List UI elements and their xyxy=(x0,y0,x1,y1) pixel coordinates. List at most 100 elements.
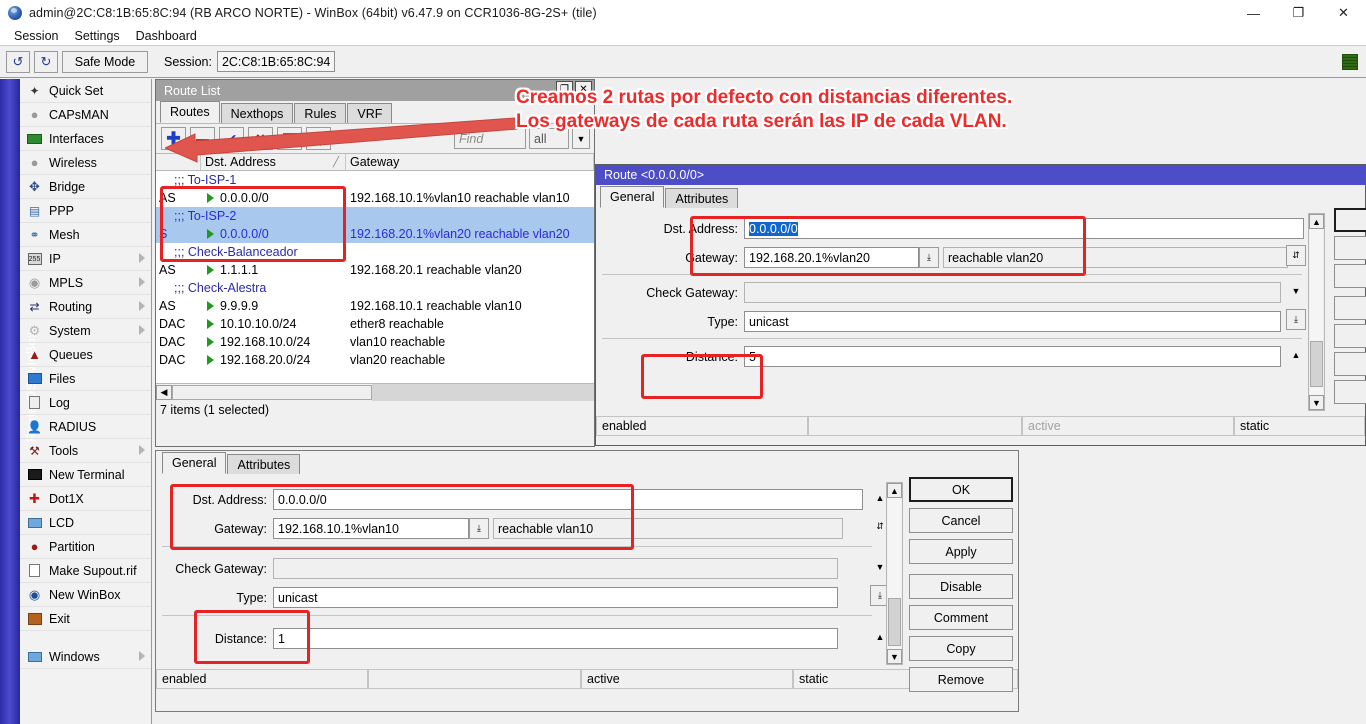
scroll-left-icon[interactable]: ◀ xyxy=(156,385,172,400)
sidebar-item-radius[interactable]: 👤RADIUS xyxy=(20,415,151,439)
sidebar-item-routing[interactable]: ⇄Routing xyxy=(20,295,151,319)
cancel-button[interactable]: Cancel xyxy=(909,508,1013,533)
gateway-dropdown-icon[interactable]: ⤓ xyxy=(469,518,489,539)
form-vertical-scrollbar[interactable]: ▲ ▼ xyxy=(886,482,903,665)
gateway-dropdown-icon[interactable]: ⤓ xyxy=(919,247,939,268)
table-row[interactable]: DAC192.168.10.0/24vlan10 reachable xyxy=(156,333,594,351)
distance-spinner-icon[interactable]: ▲ xyxy=(1286,344,1306,365)
gateway-input[interactable]: 192.168.10.1%vlan10 xyxy=(273,518,469,539)
filter-button[interactable] xyxy=(306,127,331,150)
sidebar-item-tools[interactable]: ⚒Tools xyxy=(20,439,151,463)
sidebar-item-dot1x[interactable]: ✚Dot1X xyxy=(20,487,151,511)
disable-button[interactable]: Disable xyxy=(909,574,1013,599)
filter-select[interactable]: all xyxy=(529,128,569,149)
comment-button[interactable]: Comment xyxy=(909,605,1013,630)
maximize-icon[interactable]: ❐ xyxy=(1276,0,1321,26)
scroll-thumb[interactable] xyxy=(1310,341,1323,387)
type-spinner-icon[interactable]: ⤓ xyxy=(1286,309,1306,330)
scroll-track[interactable] xyxy=(372,384,594,401)
table-row[interactable]: S0.0.0.0/0192.168.20.1%vlan20 reachable … xyxy=(156,225,594,243)
table-row[interactable]: AS9.9.9.9192.168.10.1 reachable vlan10 xyxy=(156,297,594,315)
scroll-up-icon[interactable]: ▲ xyxy=(1309,214,1324,229)
apply-button[interactable]: Apply xyxy=(909,539,1013,564)
restore-icon[interactable]: ❐ xyxy=(556,81,573,98)
sidebar-item-partition[interactable]: ●Partition xyxy=(20,535,151,559)
tab-general[interactable]: General xyxy=(162,452,226,474)
scroll-track[interactable] xyxy=(888,498,901,649)
redo-button[interactable]: ↻ xyxy=(34,51,58,73)
ok-button[interactable] xyxy=(1334,208,1366,232)
scroll-down-icon[interactable]: ▼ xyxy=(1309,395,1324,410)
form-vertical-scrollbar[interactable]: ▲ ▼ xyxy=(1308,213,1325,411)
remove-button[interactable]: ▬ xyxy=(190,127,215,150)
table-row-comment[interactable]: ;;; To-ISP-2 xyxy=(156,207,594,225)
table-row-comment[interactable]: ;;; To-ISP-1 xyxy=(156,171,594,189)
check-gateway-input[interactable] xyxy=(744,282,1281,303)
menu-item-settings[interactable]: Settings xyxy=(66,29,127,43)
chevron-down-icon[interactable]: ▼ xyxy=(572,128,590,149)
tab-general[interactable]: General xyxy=(600,186,664,208)
tab-attributes[interactable]: Attributes xyxy=(227,454,300,474)
disable-button[interactable] xyxy=(1334,296,1366,320)
minimize-icon[interactable]: — xyxy=(1231,0,1276,26)
sidebar-item-make-supout-rif[interactable]: Make Supout.rif xyxy=(20,559,151,583)
ok-button[interactable]: OK xyxy=(909,477,1013,502)
add-button[interactable]: ✚ xyxy=(161,127,186,150)
check-gateway-input[interactable] xyxy=(273,558,838,579)
distance-input[interactable]: 5 xyxy=(744,346,1281,367)
table-row-comment[interactable]: ;;; Check-Alestra xyxy=(156,279,594,297)
sidebar-item-interfaces[interactable]: Interfaces xyxy=(20,127,151,151)
enable-button[interactable]: ✔ xyxy=(219,127,244,150)
cancel-button[interactable] xyxy=(1334,236,1366,260)
sidebar-item-wireless[interactable]: ●Wireless xyxy=(20,151,151,175)
close-icon[interactable]: ✕ xyxy=(1321,0,1366,26)
distance-input[interactable]: 1 xyxy=(273,628,838,649)
scroll-thumb[interactable] xyxy=(888,598,901,646)
tab-nexthops[interactable]: Nexthops xyxy=(221,103,294,123)
table-row[interactable]: DAC10.10.10.0/24ether8 reachable xyxy=(156,315,594,333)
close-icon[interactable]: ✕ xyxy=(575,81,592,98)
table-row-comment[interactable]: ;;; Check-Balanceador xyxy=(156,243,594,261)
session-value[interactable]: 2C:C8:1B:65:8C:94 xyxy=(217,51,335,72)
scroll-track[interactable] xyxy=(1310,229,1323,395)
type-input[interactable]: unicast xyxy=(273,587,838,608)
dst-address-input[interactable]: 0.0.0.0/0 xyxy=(744,218,1304,239)
table-row[interactable]: DAC192.168.20.0/24vlan20 reachable xyxy=(156,351,594,369)
sidebar-item-lcd[interactable]: LCD xyxy=(20,511,151,535)
sidebar-item-mesh[interactable]: ⚭Mesh xyxy=(20,223,151,247)
tab-vrf[interactable]: VRF xyxy=(347,103,392,123)
dst-address-input[interactable]: 0.0.0.0/0 xyxy=(273,489,863,510)
tab-routes[interactable]: Routes xyxy=(160,101,220,123)
sidebar-item-new-winbox[interactable]: ◉New WinBox xyxy=(20,583,151,607)
gateway-input[interactable]: 192.168.20.1%vlan20 xyxy=(744,247,919,268)
horizontal-scrollbar[interactable]: ◀ xyxy=(156,383,594,400)
column-dst-address[interactable]: Dst. Address ╱ xyxy=(201,154,346,170)
comment-button[interactable] xyxy=(277,127,302,150)
sidebar-item-files[interactable]: Files xyxy=(20,367,151,391)
sidebar-item-system[interactable]: ⚙System xyxy=(20,319,151,343)
column-gateway[interactable]: Gateway xyxy=(346,154,594,170)
scroll-up-icon[interactable]: ▲ xyxy=(887,483,902,498)
remove-button[interactable]: Remove xyxy=(909,667,1013,692)
sidebar-item-quick-set[interactable]: ✦Quick Set xyxy=(20,79,151,103)
gateway-spinner-icon[interactable]: ⇵ xyxy=(1286,245,1306,266)
table-row[interactable]: AS0.0.0.0/0192.168.10.1%vlan10 reachable… xyxy=(156,189,594,207)
scroll-thumb[interactable] xyxy=(172,385,372,400)
sidebar-item-ip[interactable]: 255IP xyxy=(20,247,151,271)
undo-button[interactable]: ↺ xyxy=(6,51,30,73)
search-input[interactable]: Find xyxy=(454,128,526,149)
disable-button[interactable]: ✖ xyxy=(248,127,273,150)
sidebar-item-queues[interactable]: ▲Queues xyxy=(20,343,151,367)
remove-button[interactable] xyxy=(1334,380,1366,404)
sidebar-item-bridge[interactable]: ✥Bridge xyxy=(20,175,151,199)
sidebar-item-log[interactable]: Log xyxy=(20,391,151,415)
sidebar-item-capsman[interactable]: ●CAPsMAN xyxy=(20,103,151,127)
table-row[interactable]: AS1.1.1.1192.168.20.1 reachable vlan20 xyxy=(156,261,594,279)
apply-button[interactable] xyxy=(1334,264,1366,288)
column-flags[interactable] xyxy=(156,154,201,170)
tab-attributes[interactable]: Attributes xyxy=(665,188,738,208)
menu-item-dashboard[interactable]: Dashboard xyxy=(128,29,205,43)
safe-mode-button[interactable]: Safe Mode xyxy=(62,51,148,73)
sidebar-item-exit[interactable]: Exit xyxy=(20,607,151,631)
type-input[interactable]: unicast xyxy=(744,311,1281,332)
